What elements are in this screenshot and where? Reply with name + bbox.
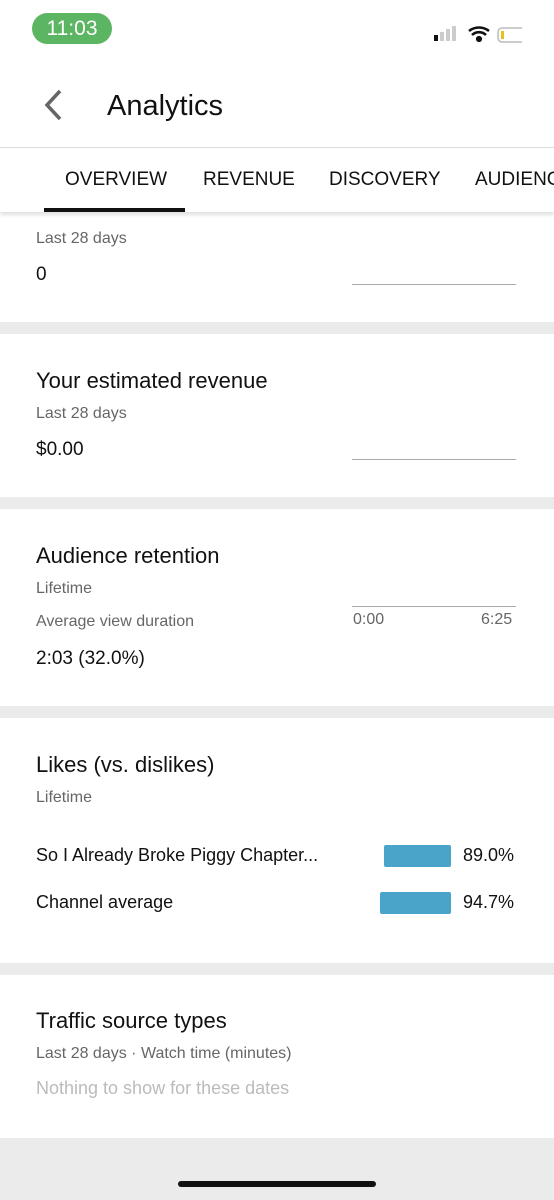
likes-row-pct: 89.0% (463, 845, 515, 865)
traffic-empty-message: Nothing to show for these dates (36, 1078, 290, 1098)
likes-bar (384, 845, 451, 867)
likes-bar (379, 892, 451, 914)
tab-discovery[interactable]: DISCOVERY (329, 169, 441, 191)
tab-overview[interactable]: OVERVIEW (65, 169, 167, 191)
app-header: Analytics (0, 60, 554, 148)
active-tab-indicator (44, 208, 185, 212)
retention-axis-end: 6:25 (481, 611, 513, 628)
views-sparkline (352, 284, 516, 285)
divider (0, 497, 554, 509)
revenue-sparkline (352, 459, 516, 460)
time: 11:03 (32, 13, 112, 44)
views-period: Last 28 days (36, 230, 127, 247)
divider (0, 963, 554, 975)
retention-axis (352, 606, 516, 607)
bottom-area (0, 1138, 554, 1200)
likes-row-label: So I Already Broke Piggy Chapter... (36, 845, 319, 865)
battery-icon (497, 27, 522, 43)
views-value: 0 (36, 264, 47, 285)
tab-audience[interactable]: AUDIENCE (475, 169, 554, 191)
divider (0, 706, 554, 718)
traffic-title[interactable]: Traffic source types (36, 1008, 227, 1034)
signal-icon (434, 26, 456, 41)
retention-value: 2:03 (32.0%) (36, 648, 145, 669)
status-icons (434, 26, 522, 43)
retention-period: Lifetime (36, 580, 93, 597)
likes-period: Lifetime (36, 789, 93, 806)
revenue-period: Last 28 days (36, 405, 127, 422)
home-indicator[interactable] (178, 1181, 376, 1187)
tab-revenue[interactable]: REVENUE (203, 169, 295, 191)
traffic-period: Last 28 days · Watch time (minutes) (36, 1045, 292, 1062)
back-arrow-icon[interactable] (40, 88, 70, 122)
likes-row-pct: 94.7% (463, 892, 515, 912)
tab-bar: OVERVIEW REVENUE DISCOVERY AUDIENCE (0, 148, 554, 212)
revenue-title[interactable]: Your estimated revenue (36, 368, 268, 394)
status-bar: 11:03 (0, 0, 554, 60)
likes-row-label: Channel average (36, 892, 174, 912)
wifi-icon (468, 26, 490, 43)
page-title: Analytics (107, 90, 224, 122)
likes-title[interactable]: Likes (vs. dislikes) (36, 752, 214, 778)
revenue-value: $0.00 (36, 439, 84, 460)
retention-axis-start: 0:00 (353, 611, 385, 628)
retention-title[interactable]: Audience retention (36, 543, 219, 569)
divider (0, 322, 554, 334)
retention-label: Average view duration (36, 613, 195, 630)
